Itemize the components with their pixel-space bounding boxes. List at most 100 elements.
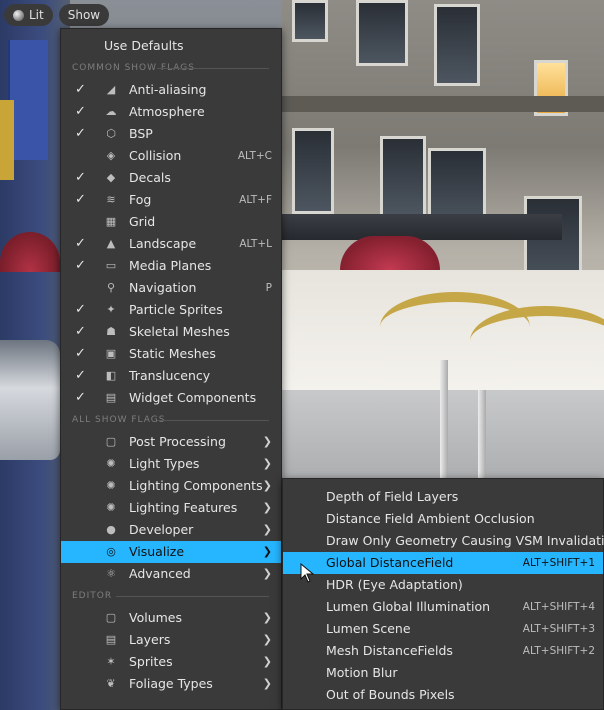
show-flag-item[interactable]: ✓ ≋ Fog ALT+F (61, 189, 281, 211)
view-mode-button[interactable]: Lit (4, 4, 53, 26)
editor-flag-item[interactable]: ▢ Volumes ❯ (61, 607, 281, 629)
flag-category-item[interactable]: ✺ Lighting Components ❯ (61, 475, 281, 497)
show-flag-item[interactable]: ✓ ☁ Atmosphere (61, 101, 281, 123)
lit-sphere-icon (13, 9, 24, 21)
all-flags-list: ▢ Post Processing ❯ ✺ Light Types ❯ ✺ Lighting … (61, 431, 281, 585)
visualize-label: Out of Bounds Pixels (326, 687, 455, 702)
flag-category-label: Post Processing (129, 434, 226, 449)
flag-category-item[interactable]: ⚛ Advanced ❯ (61, 563, 281, 585)
show-flag-label: Particle Sprites (129, 302, 223, 317)
flag-category-item[interactable]: ✺ Light Types ❯ (61, 453, 281, 475)
checkmark-icon: ✓ (75, 236, 86, 251)
section-header-all: ALL SHOW FLAGS (61, 409, 281, 431)
show-flag-label: Translucency (129, 368, 211, 383)
visualize-item[interactable]: Lumen Global Illumination ALT+SHIFT+4 (283, 596, 603, 618)
visualize-label: Motion Blur (326, 665, 398, 680)
grid-icon: ▦ (105, 215, 117, 228)
visualize-label: HDR (Eye Adaptation) (326, 577, 463, 592)
shortcut-text: ALT+F (239, 194, 272, 206)
show-flag-item[interactable]: ✓ ⬡ BSP (61, 123, 281, 145)
flag-category-label: Light Types (129, 456, 200, 471)
checkmark-icon: ✓ (75, 82, 86, 97)
chevron-right-icon: ❯ (262, 677, 272, 690)
decals-icon: ◆ (106, 171, 116, 184)
show-flag-item[interactable]: ✓ ☗ Skeletal Meshes (61, 321, 281, 343)
visualize-item[interactable]: Lumen Scene ALT+SHIFT+3 (283, 618, 603, 640)
flag-category-label: Lighting Features (129, 500, 238, 515)
light-types-icon: ✺ (106, 457, 116, 470)
checkmark-icon: ✓ (75, 346, 86, 361)
flag-category-label: Lighting Components (129, 478, 263, 493)
flag-category-label: Visualize (129, 544, 185, 559)
visualize-item[interactable]: Depth of Field Layers (283, 486, 603, 508)
show-flag-item[interactable]: ✓ ◆ Decals (61, 167, 281, 189)
visualize-submenu: Depth of Field Layers Distance Field Ambi… (282, 478, 604, 710)
atmosphere-icon: ☁ (105, 105, 117, 118)
visualize-item[interactable]: Out of Bounds Pixels (283, 684, 603, 706)
flag-category-item[interactable]: ▢ Post Processing ❯ (61, 431, 281, 453)
show-flag-item[interactable]: ✓ ▭ Media Planes (61, 255, 281, 277)
show-flag-item[interactable]: ✓ ◧ Translucency (61, 365, 281, 387)
show-flag-item[interactable]: ◈ Collision ALT+C (61, 145, 281, 167)
media-planes-icon: ▭ (105, 259, 117, 272)
checkmark-icon: ✓ (75, 104, 86, 119)
show-flag-label: Atmosphere (129, 104, 205, 119)
show-flag-item[interactable]: ✓ ▲ Landscape ALT+L (61, 233, 281, 255)
common-flags-list: ✓ ◢ Anti-aliasing ✓ ☁ Atmosphere ✓ ⬡ BSP ◈ Collisi… (61, 79, 281, 409)
visualize-label: Mesh DistanceFields (326, 643, 453, 658)
visualize-item[interactable]: Motion Blur (283, 662, 603, 684)
flag-category-item[interactable]: ◎ Visualize ❯ (61, 541, 281, 563)
building-window (380, 136, 426, 218)
show-flag-item[interactable]: ⚲ Navigation P (61, 277, 281, 299)
show-flag-label: Collision (129, 148, 182, 163)
skeletal-meshes-icon: ☗ (106, 325, 116, 338)
chevron-right-icon: ❯ (262, 479, 272, 492)
visualize-item[interactable]: Draw Only Geometry Causing VSM Invalidat… (283, 530, 604, 552)
visualize-label: Lumen Scene (326, 621, 411, 636)
show-flag-label: Skeletal Meshes (129, 324, 230, 339)
checkmark-icon: ✓ (75, 324, 86, 339)
editor-flag-item[interactable]: ▤ Layers ❯ (61, 629, 281, 651)
layers-icon: ▤ (105, 633, 117, 646)
checkmark-icon: ✓ (75, 368, 86, 383)
visualize-item[interactable]: Mesh DistanceFields ALT+SHIFT+2 (283, 640, 603, 662)
use-defaults-item[interactable]: Use Defaults (61, 35, 281, 57)
show-flag-item[interactable]: ✓ ▣ Static Meshes (61, 343, 281, 365)
visualize-list: Depth of Field Layers Distance Field Ambi… (283, 486, 604, 706)
show-flag-item[interactable]: ▦ Grid (61, 211, 281, 233)
chevron-right-icon: ❯ (262, 567, 272, 580)
foliage-types-icon: ❦ (106, 677, 116, 690)
flag-category-item[interactable]: ✺ Lighting Features ❯ (61, 497, 281, 519)
show-flag-item[interactable]: ✓ ◢ Anti-aliasing (61, 79, 281, 101)
visualize-item[interactable]: Global DistanceField ALT+SHIFT+1 (283, 552, 603, 574)
shortcut-text: ALT+SHIFT+2 (522, 645, 595, 657)
show-flag-label: Widget Components (129, 390, 257, 405)
visualize-item[interactable]: HDR (Eye Adaptation) (283, 574, 603, 596)
flag-category-item[interactable]: ● Developer ❯ (61, 519, 281, 541)
lighting-components-icon: ✺ (106, 479, 116, 492)
show-button[interactable]: Show (58, 4, 110, 26)
visualize-item[interactable]: Distance Field Ambient Occlusion (283, 508, 603, 530)
checkmark-icon: ✓ (75, 302, 86, 317)
translucency-icon: ◧ (105, 369, 117, 382)
editor-flag-item[interactable]: ✶ Sprites ❯ (61, 651, 281, 673)
particle-sprites-icon: ✦ (106, 303, 116, 316)
visualize-icon: ◎ (106, 545, 116, 558)
checkmark-icon: ✓ (75, 390, 86, 405)
show-flag-label: Landscape (129, 236, 197, 251)
landscape-icon: ▲ (106, 237, 116, 250)
flag-category-label: Advanced (129, 566, 191, 581)
anti-aliasing-icon: ◢ (106, 83, 116, 96)
show-flag-item[interactable]: ✓ ✦ Particle Sprites (61, 299, 281, 321)
visualize-label: Global DistanceField (326, 555, 454, 570)
sprites-icon: ✶ (106, 655, 116, 668)
section-header-editor: EDITOR (61, 585, 281, 607)
parked-car (0, 340, 60, 460)
lighting-features-icon: ✺ (106, 501, 116, 514)
post-processing-icon: ▢ (105, 435, 117, 448)
visualize-label: Depth of Field Layers (326, 489, 459, 504)
volumes-icon: ▢ (105, 611, 117, 624)
editor-flag-label: Sprites (129, 654, 173, 669)
show-flag-item[interactable]: ✓ ▤ Widget Components (61, 387, 281, 409)
editor-flag-item[interactable]: ❦ Foliage Types ❯ (61, 673, 281, 695)
